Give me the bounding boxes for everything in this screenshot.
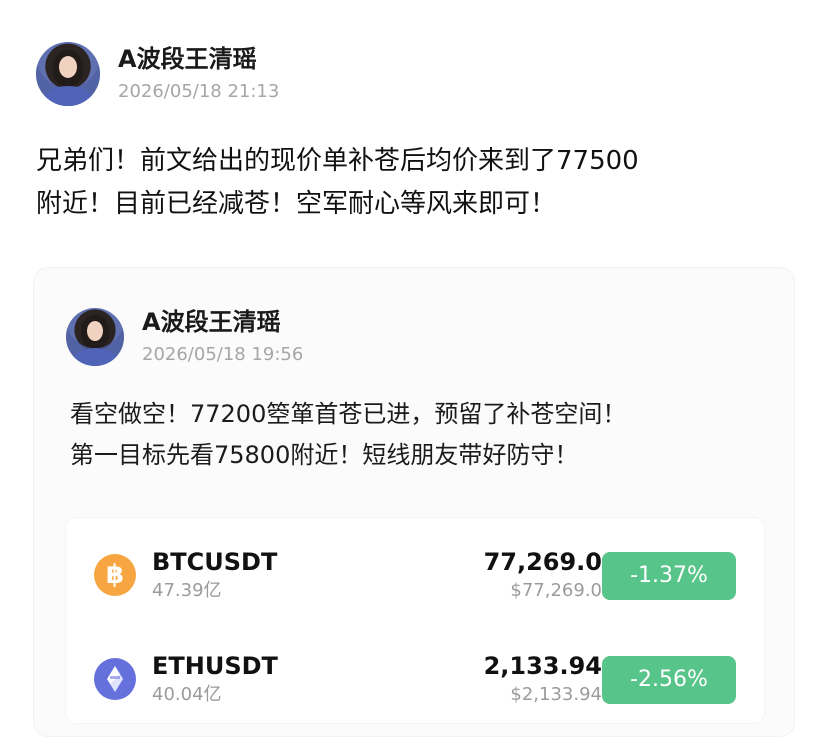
quoted-avatar-face [87, 321, 103, 341]
quoted-author-avatar[interactable] [66, 308, 124, 366]
market-fiat-price: $77,269.0 [510, 580, 602, 601]
price-change-badge[interactable]: -1.37% [602, 552, 736, 600]
bitcoin-icon: ฿ [94, 554, 136, 596]
ethereum-diamond-icon [107, 666, 123, 692]
market-ticker-list: ฿ BTCUSDT 47.39亿 77,269.0 $77,269.0 -1.3… [66, 518, 764, 723]
ethereum-icon [94, 658, 136, 700]
market-volume: 40.04亿 [152, 684, 222, 705]
author-name[interactable]: A波段王清瑶 [118, 45, 279, 73]
market-price: 2,133.94 [483, 652, 602, 680]
post-time: 2026/05/18 21:13 [118, 81, 280, 102]
quoted-avatar-shoulders [73, 348, 117, 366]
author-avatar[interactable] [36, 42, 100, 106]
market-row-ethusdt[interactable]: ETHUSDT 40.04亿 2,133.94 $2,133.94 -2.56% [66, 634, 764, 729]
price-change-badge[interactable]: -2.56% [602, 656, 736, 704]
market-row-btcusdt[interactable]: ฿ BTCUSDT 47.39亿 77,269.0 $77,269.0 -1.3… [66, 530, 764, 625]
quoted-post-content: 看空做空！77200箜箪首苍已进，预留了补苍空间！ 第一目标先看75800附近！… [70, 400, 627, 469]
avatar-face [59, 56, 77, 78]
post-page: A波段王清瑶 2026/05/18 21:13 兄弟们！前文给出的现价单补苍后均… [0, 0, 829, 740]
quoted-author-name[interactable]: A波段王清瑶 [142, 308, 303, 336]
market-volume: 47.39亿 [152, 580, 222, 601]
quoted-post-header: A波段王清瑶 2026/05/18 19:56 [66, 308, 303, 366]
market-symbol: ETHUSDT [152, 652, 278, 680]
post-header: A波段王清瑶 2026/05/18 21:13 [36, 42, 279, 106]
quoted-post-card[interactable]: A波段王清瑶 2026/05/18 19:56 看空做空！77200箜箪首苍已进… [34, 268, 794, 736]
quoted-post-meta: A波段王清瑶 2026/05/18 19:56 [142, 308, 303, 366]
quoted-post-time: 2026/05/18 19:56 [142, 344, 304, 365]
post-meta: A波段王清瑶 2026/05/18 21:13 [118, 45, 279, 103]
avatar-shoulders [44, 86, 92, 106]
post-content: 兄弟们！前文给出的现价单补苍后均价来到了77500 附近！目前已经减苍！空军耐心… [36, 146, 639, 219]
market-symbol: BTCUSDT [152, 548, 278, 576]
market-price: 77,269.0 [483, 548, 602, 576]
market-fiat-price: $2,133.94 [510, 684, 602, 705]
